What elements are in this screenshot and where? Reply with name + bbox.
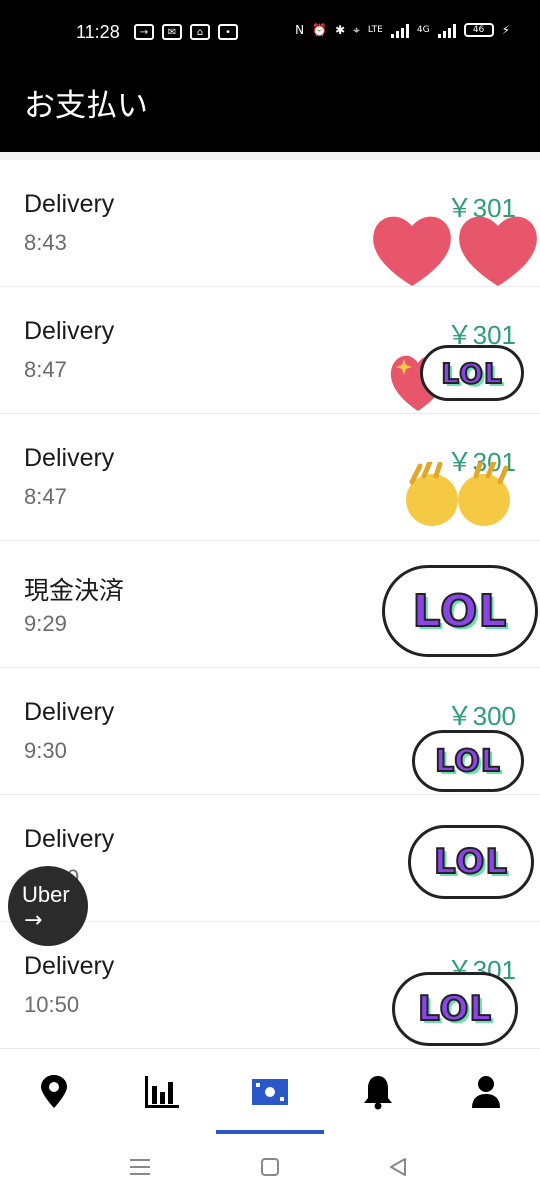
signal-icon-2 bbox=[437, 22, 456, 38]
payment-amount: ￥301 bbox=[446, 955, 516, 985]
home-button[interactable] bbox=[250, 1152, 290, 1182]
nav-notifications[interactable] bbox=[324, 1049, 432, 1135]
status-time: 11:28 bbox=[76, 22, 120, 42]
list-top-divider bbox=[0, 152, 540, 160]
bottom-navigation bbox=[0, 1048, 540, 1135]
payment-row[interactable]: Delivery 8:47 ￥301 LOL bbox=[0, 287, 540, 414]
bar-chart-icon bbox=[145, 1076, 179, 1108]
payment-label: Delivery bbox=[24, 952, 115, 980]
mail-icon: ✉ bbox=[162, 24, 182, 40]
back-button[interactable] bbox=[378, 1152, 418, 1182]
lol-sticker-large: LOL bbox=[382, 565, 538, 657]
payment-row[interactable]: Delivery 8:43 ￥301 bbox=[0, 160, 540, 287]
volte-icon: LTE bbox=[367, 25, 383, 35]
arrow-notification-icon: → bbox=[134, 24, 154, 40]
uber-app-button[interactable]: Uber → bbox=[8, 866, 88, 946]
back-triangle-icon bbox=[390, 1158, 406, 1176]
signal-icon bbox=[390, 22, 409, 38]
payment-time: 9:29 bbox=[24, 611, 67, 636]
payment-label: Delivery bbox=[24, 825, 115, 853]
uber-label: Uber bbox=[22, 882, 70, 907]
nfc-icon: N bbox=[295, 23, 305, 37]
payment-amount: ￥301 bbox=[446, 193, 516, 223]
app-bar: お支払い bbox=[0, 70, 540, 152]
status-bar: 11:28 → ✉ ⌂ • N ⏰ ✱ ⌖ LTE 4G 46 ⚡ bbox=[0, 0, 540, 70]
payment-label: Delivery bbox=[24, 317, 115, 345]
inbox-icon: ⌂ bbox=[190, 24, 210, 40]
payment-time: 10:50 bbox=[24, 992, 80, 1017]
payment-row[interactable]: 現金決済 9:29 LOL bbox=[0, 541, 540, 668]
payment-amount: ￥301 bbox=[446, 320, 516, 350]
nav-wallet[interactable] bbox=[216, 1049, 324, 1135]
arrow-right-icon: → bbox=[24, 908, 43, 933]
notification-icons: → ✉ ⌂ • bbox=[134, 24, 238, 40]
payment-label: Delivery bbox=[24, 444, 115, 472]
lol-text: LOL bbox=[412, 585, 508, 638]
recents-button[interactable] bbox=[120, 1152, 160, 1182]
heart-icon bbox=[390, 355, 446, 411]
payment-time: 9:30 bbox=[24, 738, 67, 763]
menu-lines-icon bbox=[130, 1159, 150, 1175]
lol-text: LOL bbox=[417, 988, 493, 1030]
system-navigation-bar bbox=[0, 1134, 540, 1200]
payment-amount: ￥301 bbox=[446, 447, 516, 477]
alarm-icon: ⏰ bbox=[312, 23, 328, 37]
app-notification-icon: • bbox=[218, 24, 238, 40]
bell-icon bbox=[364, 1076, 392, 1110]
payment-row[interactable]: Delivery 10:50 ￥301 LOL bbox=[0, 922, 540, 1050]
square-icon bbox=[261, 1158, 279, 1176]
payment-row[interactable]: Delivery 9:30 ￥300 LOL bbox=[0, 668, 540, 795]
payment-label: 現金決済 bbox=[24, 577, 125, 605]
lol-bubble: LOL bbox=[420, 345, 524, 401]
bluetooth-icon: ✱ bbox=[335, 23, 346, 37]
page-title: お支払い bbox=[24, 88, 148, 124]
lol-sticker: LOL bbox=[412, 730, 524, 792]
map-pin-icon bbox=[41, 1075, 67, 1108]
nav-map[interactable] bbox=[0, 1049, 108, 1135]
payment-row[interactable]: Delivery 8:47 ￥301 bbox=[0, 414, 540, 541]
payment-amount: ￥300 bbox=[446, 701, 516, 731]
payment-label: Delivery bbox=[24, 190, 115, 218]
payment-amount: ￥300 bbox=[446, 828, 516, 858]
charging-icon: ⚡ bbox=[501, 23, 510, 37]
payment-time: 8:47 bbox=[24, 484, 67, 509]
nav-account[interactable] bbox=[432, 1049, 540, 1135]
location-icon: ⌖ bbox=[353, 22, 360, 37]
person-icon bbox=[472, 1076, 500, 1108]
payment-time: 8:47 bbox=[24, 357, 67, 382]
nav-earnings[interactable] bbox=[108, 1049, 216, 1135]
payment-label: Delivery bbox=[24, 698, 115, 726]
system-status-icons: N ⏰ ✱ ⌖ LTE 4G 46 ⚡ bbox=[295, 22, 510, 38]
network-type: 4G bbox=[416, 25, 430, 35]
lol-text: LOL bbox=[434, 743, 501, 780]
wallet-icon bbox=[252, 1079, 288, 1105]
battery-icon: 46 bbox=[463, 23, 494, 37]
payment-time: 8:43 bbox=[24, 230, 67, 255]
battery-level: 46 bbox=[472, 25, 485, 35]
lol-text: LOL bbox=[440, 356, 503, 391]
heart-lol-sticker: LOL bbox=[388, 345, 526, 411]
